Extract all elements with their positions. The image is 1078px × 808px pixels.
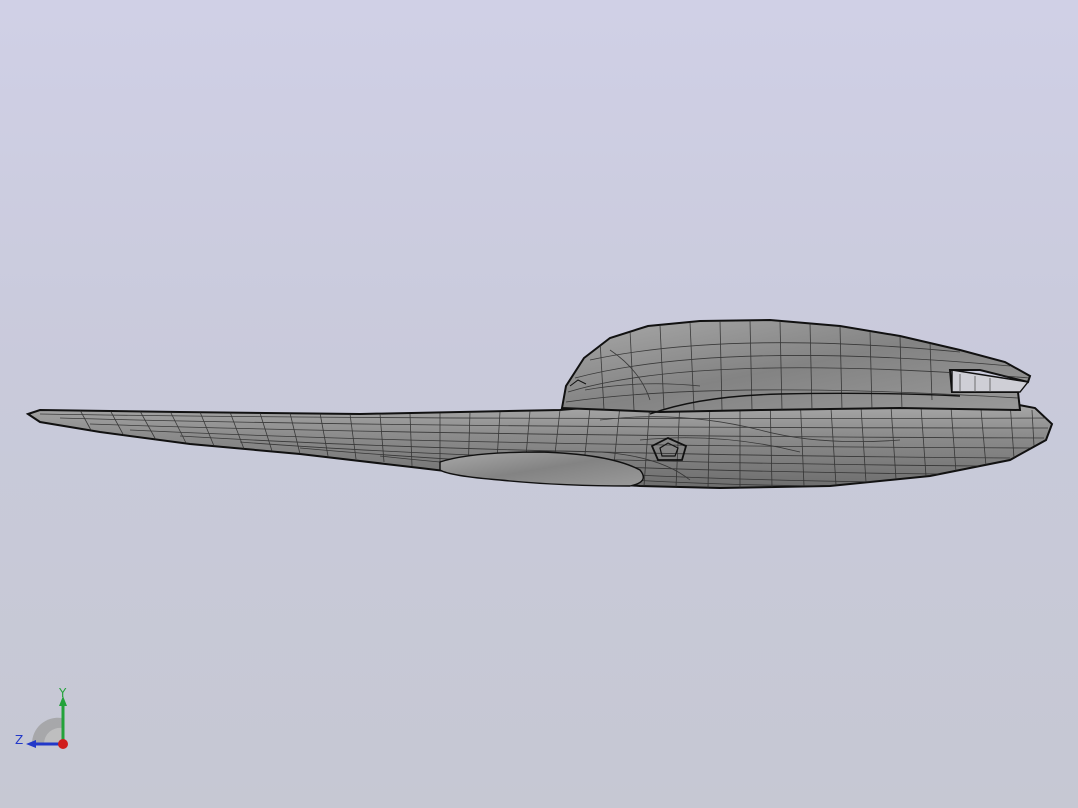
canopy-surface bbox=[560, 318, 1032, 415]
x-axis-point-icon bbox=[58, 739, 68, 749]
triad-base-icon bbox=[31, 717, 62, 744]
z-axis-label: Z bbox=[15, 733, 23, 747]
graphics-viewport[interactable]: Y Z bbox=[0, 0, 1078, 808]
cad-model-view[interactable] bbox=[0, 0, 1078, 808]
y-axis-label: Y bbox=[58, 686, 67, 700]
orientation-triad[interactable]: Y Z bbox=[10, 684, 80, 754]
